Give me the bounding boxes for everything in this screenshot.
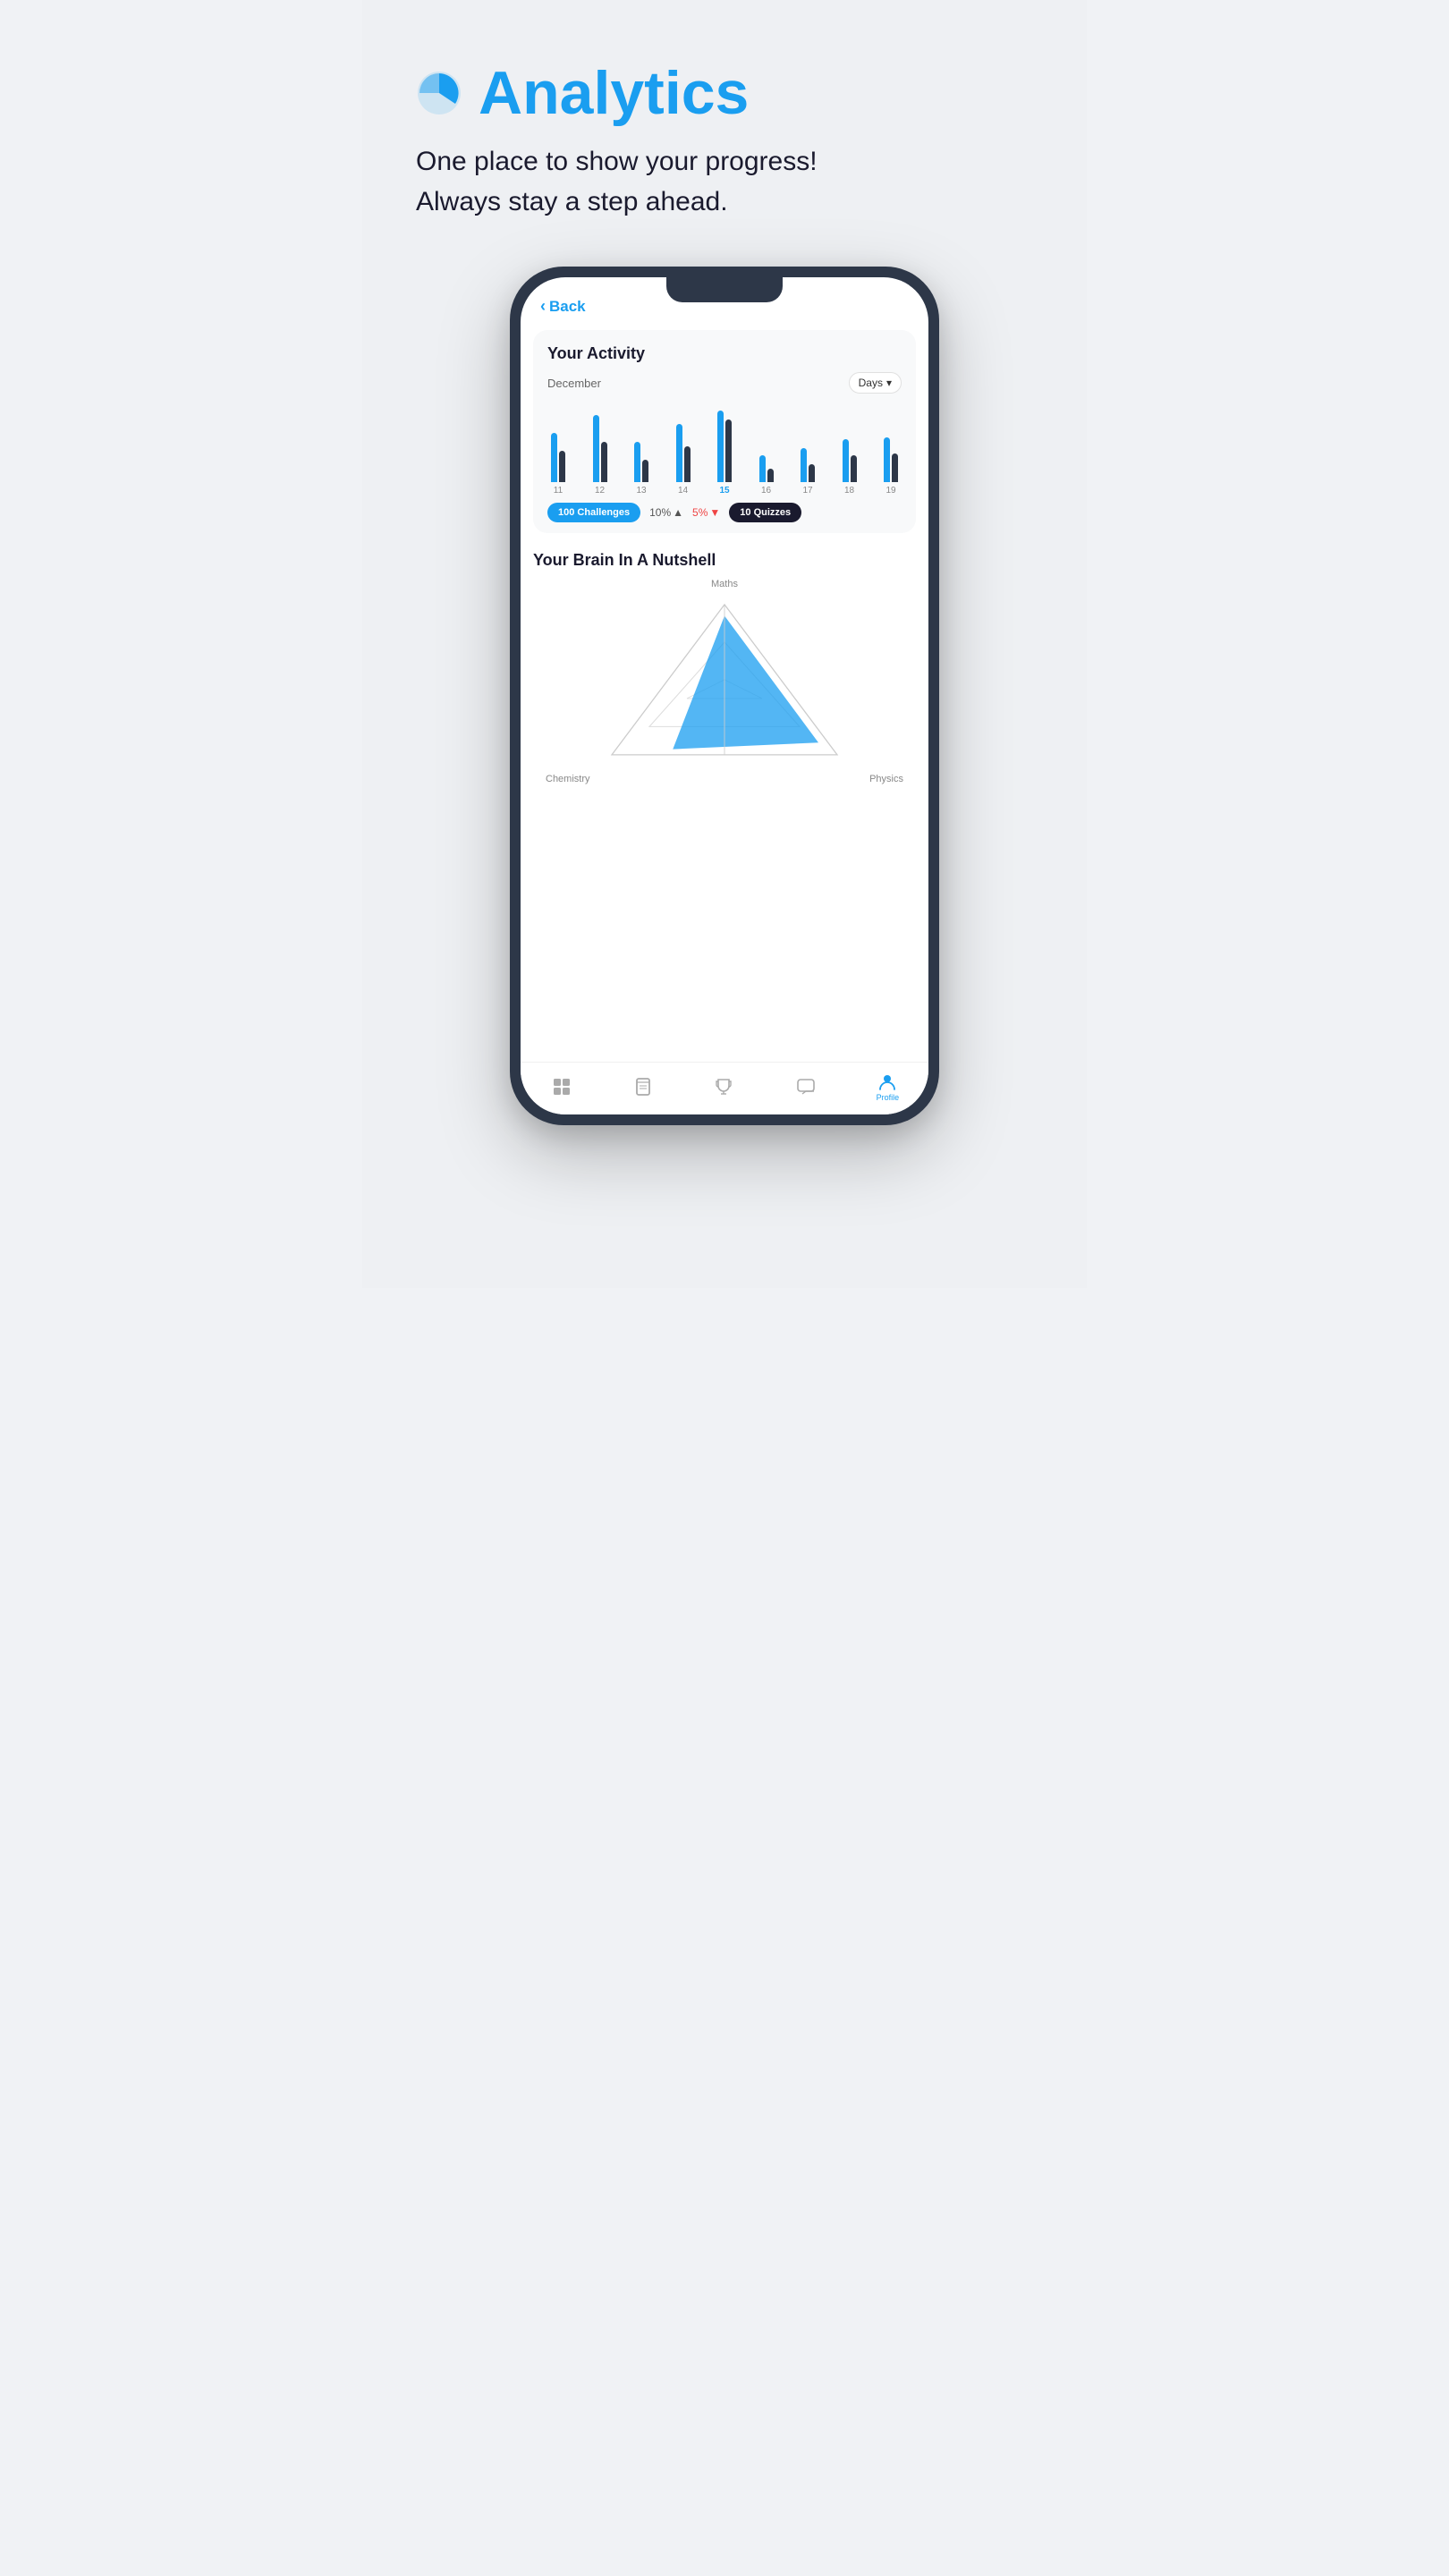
bar-label-14: 14 [678,486,688,496]
activity-header: December Days ▾ [547,372,902,394]
month-label: December [547,377,601,390]
percent-up-value: 10% [649,506,671,519]
nav-item-grid[interactable] [550,1077,573,1097]
bar-group-14: 14 [676,411,691,496]
page-header: Analytics [416,63,1033,123]
bar-label-13: 13 [636,486,646,496]
bar-12-2 [601,442,607,482]
bar-17-2 [809,464,815,482]
phone-notch [666,277,783,302]
bar-11-2 [559,451,565,482]
profile-icon [876,1072,899,1091]
back-chevron-icon: ‹ [540,297,546,316]
page-wrapper: Analytics One place to show your progres… [362,0,1087,1288]
bar-16-2 [767,469,774,482]
radar-label-maths: Maths [711,579,738,589]
bar-18-2 [851,455,857,482]
bar-16-1 [759,455,766,482]
chat-icon [794,1077,818,1097]
bar-13-1 [634,442,640,482]
percent-down-value: 5% [692,506,708,519]
brain-title: Your Brain In A Nutshell [533,551,916,570]
quizzes-label: Quizzes [754,507,792,518]
bar-15-1 [717,411,724,482]
profile-nav-label: Profile [877,1093,900,1102]
days-dropdown[interactable]: Days ▾ [849,372,902,394]
back-label: Back [549,298,586,316]
bottom-nav: Profile [521,1062,928,1114]
brain-section: Your Brain In A Nutshell Maths Chemistry… [521,542,928,784]
bar-13-2 [642,460,648,482]
bar-12-1 [593,415,599,482]
down-arrow-icon: ▼ [709,506,720,519]
nav-item-chat[interactable] [794,1077,818,1097]
quizzes-badge: 10 Quizzes [729,503,801,522]
nav-item-book[interactable] [631,1077,655,1097]
nav-item-profile[interactable]: Profile [876,1072,899,1102]
chevron-down-icon: ▾ [886,377,892,389]
bar-group-15: 15 [717,411,732,496]
bar-group-19: 19 [884,411,898,496]
percent-up: 10% ▲ [649,506,683,519]
radar-svg [572,588,877,775]
bar-label-19: 19 [886,486,895,496]
bar-label-12: 12 [595,486,605,496]
bar-chart: 11 12 [547,406,902,496]
up-arrow-icon: ▲ [673,506,683,519]
screen-content: ‹ Back Your Activity December Days ▾ [521,277,928,1114]
bar-group-11: 11 [551,411,565,496]
bar-18-1 [843,439,849,482]
bar-15-2 [725,419,732,482]
analytics-icon [416,70,462,116]
bar-14-2 [684,446,691,482]
bar-label-18: 18 [844,486,854,496]
page-title: Analytics [479,63,749,123]
stats-row: 100 Challenges 10% ▲ 5% ▼ [547,503,902,522]
bar-17-1 [801,448,807,482]
challenges-label: Challenges [577,507,630,518]
book-icon [631,1077,655,1097]
page-subtitle: One place to show your progress! Always … [416,141,1033,222]
bar-group-12: 12 [593,411,607,496]
radar-label-physics: Physics [869,774,903,784]
challenges-badge: 100 Challenges [547,503,640,522]
challenges-count: 100 [558,507,574,518]
bar-group-17: 17 [801,411,815,496]
percent-down: 5% ▼ [692,506,720,519]
radar-chart: Maths Chemistry Physics [533,579,916,784]
activity-title: Your Activity [547,344,902,363]
bar-label-17: 17 [802,486,812,496]
bar-11-1 [551,433,557,482]
bar-19-1 [884,437,890,482]
bar-group-13: 13 [634,411,648,496]
trophy-icon [713,1077,736,1097]
bar-group-18: 18 [843,411,857,496]
phone-screen: ‹ Back Your Activity December Days ▾ [521,277,928,1114]
dropdown-label: Days [859,377,883,389]
bar-14-1 [676,424,682,482]
phone-outer: ‹ Back Your Activity December Days ▾ [510,267,939,1125]
quizzes-count: 10 [740,507,750,518]
bar-label-11: 11 [554,486,563,496]
bar-label-15: 15 [719,486,729,496]
grid-icon [550,1077,573,1097]
bar-group-16: 16 [759,411,774,496]
bar-label-16: 16 [761,486,771,496]
nav-item-trophy[interactable] [713,1077,736,1097]
activity-section: Your Activity December Days ▾ [533,330,916,533]
radar-label-chemistry: Chemistry [546,774,590,784]
bar-19-2 [892,453,898,482]
phone-mockup: ‹ Back Your Activity December Days ▾ [416,267,1033,1125]
